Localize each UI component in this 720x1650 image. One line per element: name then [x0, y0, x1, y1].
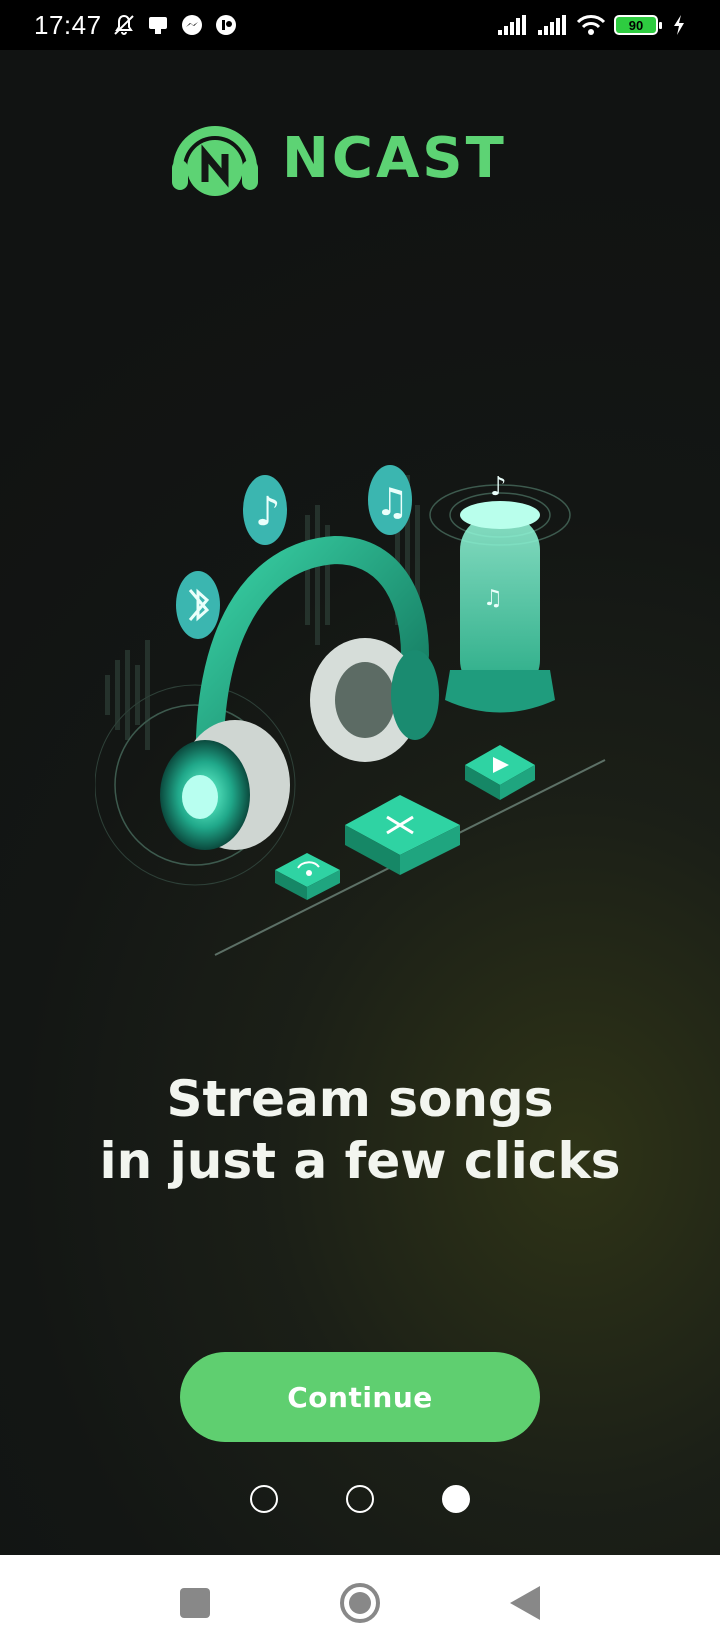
status-left-icons: [112, 13, 238, 37]
svg-text:♫: ♫: [375, 480, 409, 524]
status-right-icons: 90: [496, 14, 686, 36]
bluetooth-tile-icon: [345, 795, 460, 875]
system-navigation-bar: [0, 1555, 720, 1650]
headline-line-2: in just a few clicks: [99, 1132, 621, 1190]
music-notes-bubble-icon: ♫: [368, 465, 412, 535]
continue-button[interactable]: Continue: [180, 1352, 540, 1442]
signal-icon: [538, 15, 566, 35]
svg-text:♪: ♪: [255, 489, 281, 535]
logo-text: NCAST: [282, 125, 507, 191]
music-note-bubble-icon: ♪: [243, 475, 287, 545]
svg-text:♫: ♫: [483, 586, 503, 611]
page-dot-3-active[interactable]: [442, 1485, 470, 1513]
charging-icon: [674, 15, 684, 35]
back-triangle-icon: [510, 1585, 540, 1620]
left-earcup: [160, 720, 290, 850]
app-icon: [214, 13, 238, 37]
home-circle-icon: [340, 1582, 380, 1623]
headline-line-1: Stream songs: [166, 1070, 554, 1128]
messenger-icon: [180, 13, 204, 37]
status-bar: 17:47 90: [0, 0, 720, 50]
wifi-tile-icon: [275, 853, 340, 900]
bluetooth-bubble-icon: [176, 571, 220, 639]
recents-button[interactable]: [150, 1555, 240, 1650]
page-indicator: [0, 1485, 720, 1515]
battery-icon: 90: [614, 15, 662, 35]
status-time: 17:47: [34, 9, 102, 40]
notification-icon: [146, 13, 170, 37]
home-button[interactable]: [315, 1555, 405, 1650]
headphones-n-logo-icon: [172, 126, 258, 196]
battery-level: 90: [628, 17, 644, 33]
mute-bell-icon: [112, 13, 136, 37]
recents-square-icon: [180, 1587, 210, 1618]
page-dot-1[interactable]: [250, 1485, 278, 1513]
svg-text:♪: ♪: [490, 472, 507, 502]
play-tile-icon: [465, 745, 535, 800]
app-logo: NCAST: [170, 118, 550, 198]
signal-icon: [498, 15, 526, 35]
onboarding-screen: 17:47 90 NCAST ♪ ♫ ♪ ♫ Stream songs in j…: [0, 0, 720, 1650]
page-dot-2[interactable]: [346, 1485, 374, 1513]
headphones-streaming-illustration: ♪ ♫ ♪ ♫: [95, 465, 606, 956]
onboarding-headline: Stream songs in just a few clicks: [0, 1068, 720, 1192]
right-earcup: [310, 638, 439, 762]
wifi-icon: [576, 15, 606, 35]
smart-speaker: ♪ ♫: [429, 472, 571, 713]
back-button[interactable]: [480, 1555, 570, 1650]
